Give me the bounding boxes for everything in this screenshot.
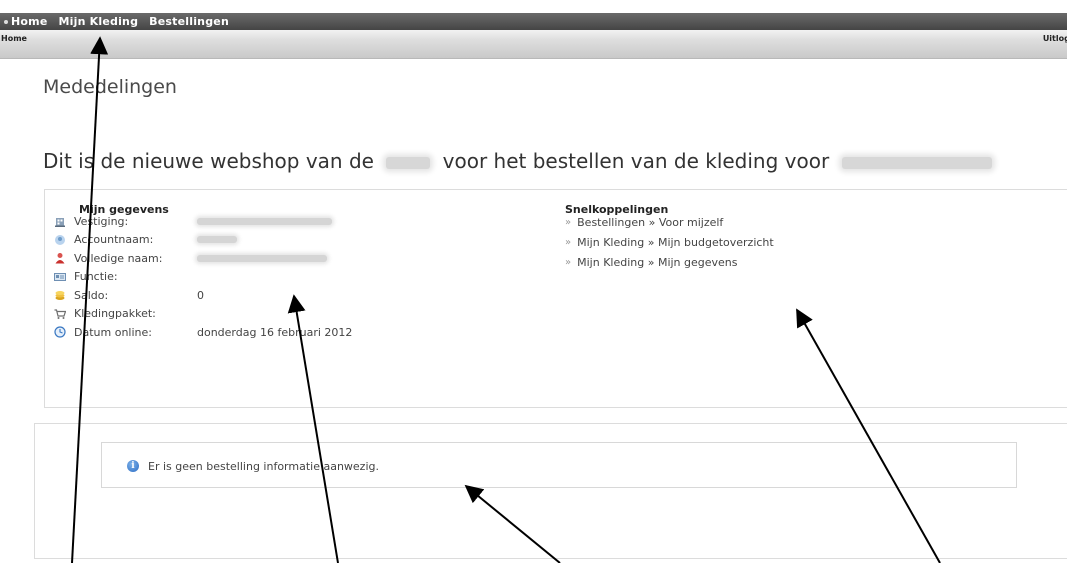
arrow-to-navigation bbox=[71, 36, 109, 563]
arrow-to-account-details bbox=[287, 294, 339, 563]
annotation-arrows bbox=[71, 36, 941, 563]
arrow-to-info-message bbox=[464, 484, 561, 563]
arrow-to-shortcuts bbox=[796, 308, 941, 563]
